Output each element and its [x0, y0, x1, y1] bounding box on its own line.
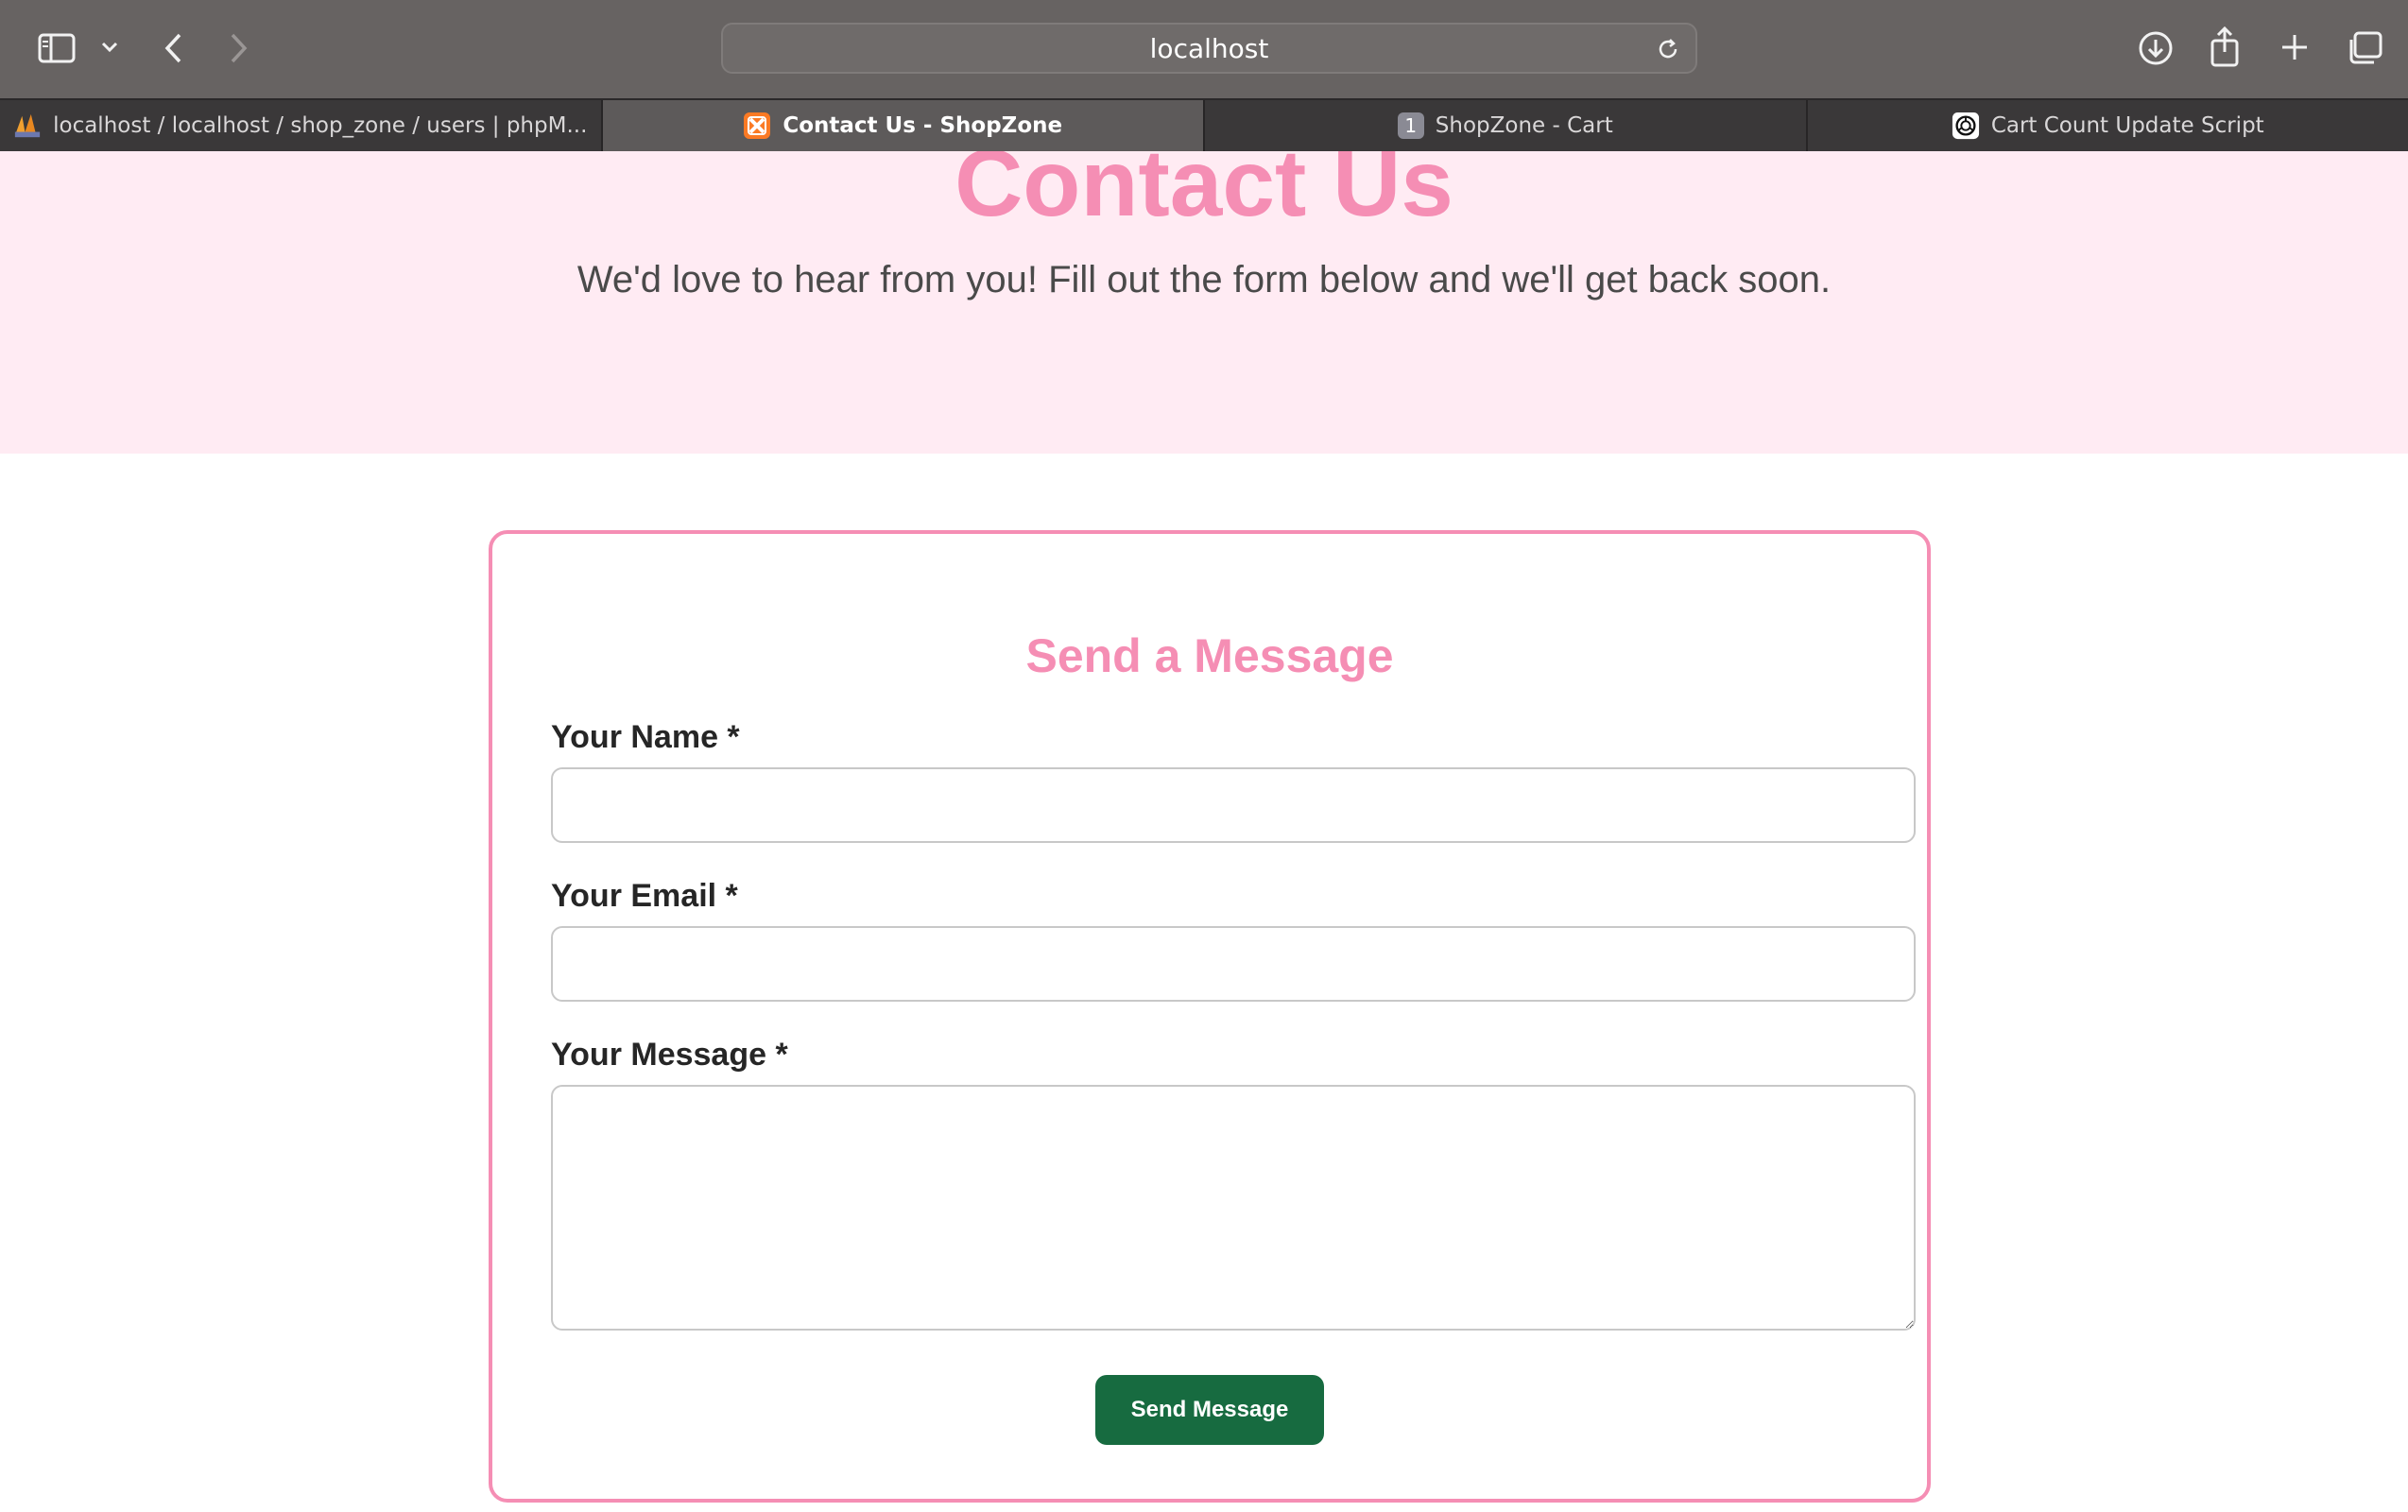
- sidebar-toggle-icon[interactable]: [36, 30, 77, 66]
- message-textarea[interactable]: [551, 1085, 1916, 1331]
- tab-contact-us[interactable]: Contact Us - ShopZone: [602, 100, 1205, 151]
- browser-toolbar: localhost: [0, 0, 2408, 98]
- tab-badge-icon: 1: [1397, 112, 1424, 139]
- xampp-icon: [743, 112, 771, 140]
- share-icon[interactable]: [2206, 25, 2244, 68]
- reload-icon[interactable]: [1654, 35, 1682, 70]
- address-text: localhost: [1149, 32, 1269, 64]
- tab-bar: localhost / localhost / shop_zone / user…: [0, 98, 2408, 151]
- tab-chatgpt[interactable]: Cart Count Update Script: [1808, 100, 2408, 151]
- back-arrow-icon[interactable]: [159, 30, 187, 66]
- message-label: Your Message *: [551, 1037, 788, 1073]
- page-subtitle: We'd love to hear from you! Fill out the…: [576, 259, 1832, 301]
- tab-label: ShopZone - Cart: [1435, 113, 1613, 138]
- chevron-down-icon[interactable]: [98, 36, 121, 59]
- tab-phpmyadmin[interactable]: localhost / localhost / shop_zone / user…: [0, 100, 603, 151]
- openai-icon: [1952, 112, 1980, 140]
- email-label: Your Email *: [551, 878, 738, 914]
- email-input[interactable]: [551, 926, 1916, 1002]
- contact-hero: Contact Us We'd love to hear from you! F…: [0, 151, 2408, 454]
- forward-arrow-icon[interactable]: [225, 30, 253, 66]
- tab-label: localhost / localhost / shop_zone / user…: [53, 113, 588, 138]
- name-label: Your Name *: [551, 719, 740, 755]
- name-input[interactable]: [551, 767, 1916, 843]
- phpmyadmin-icon: [13, 112, 42, 140]
- page-title: Contact Us: [955, 151, 1453, 236]
- form-heading: Send a Message: [1025, 629, 1394, 682]
- tab-label: Cart Count Update Script: [1990, 113, 2264, 138]
- address-bar[interactable]: localhost: [721, 23, 1697, 74]
- send-message-button[interactable]: Send Message: [1095, 1375, 1324, 1445]
- tab-label: Contact Us - ShopZone: [783, 113, 1063, 138]
- contact-form: Send a Message Your Name * Your Email * …: [489, 530, 1931, 1503]
- tab-badge-number: 1: [1404, 114, 1418, 137]
- new-tab-icon[interactable]: [2276, 28, 2313, 66]
- tab-cart[interactable]: 1 ShopZone - Cart: [1205, 100, 1808, 151]
- download-icon[interactable]: [2136, 28, 2176, 68]
- tab-overview-icon[interactable]: [2344, 28, 2385, 68]
